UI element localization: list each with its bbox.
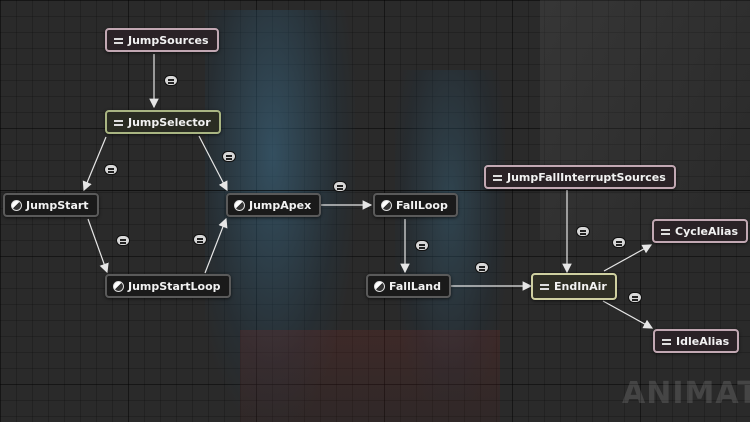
transition-rule-icon[interactable] xyxy=(612,237,626,248)
node-fall-land[interactable]: FallLand xyxy=(366,274,451,298)
wire-jumpselector-jumpstart xyxy=(82,136,107,192)
transition-rule-icon[interactable] xyxy=(415,240,429,251)
node-fall-loop[interactable]: FallLoop xyxy=(373,193,458,217)
node-label: FallLand xyxy=(389,279,441,293)
transition-rule-icon[interactable] xyxy=(333,181,347,192)
wire-jumpselector-jumpapex xyxy=(198,135,228,192)
wire-endinair-idlealias xyxy=(602,300,654,329)
node-label: CycleAlias xyxy=(675,224,739,238)
node-cycle-alias[interactable]: CycleAlias xyxy=(652,219,749,243)
node-label: EndInAir xyxy=(554,280,607,293)
node-jump-start-loop[interactable]: JumpStartLoop xyxy=(105,274,231,298)
node-jump-sources[interactable]: JumpSources xyxy=(105,28,219,52)
state-icon xyxy=(374,280,385,292)
alias-icon xyxy=(539,281,550,292)
state-icon xyxy=(113,280,124,292)
state-machine-graph-canvas[interactable]: JumpSources JumpSelector JumpStart JumpA… xyxy=(0,0,750,422)
node-label: FallLoop xyxy=(396,198,448,212)
watermark-text: ANIMATI xyxy=(622,376,750,411)
node-label: JumpStartLoop xyxy=(128,279,221,293)
alias-icon xyxy=(492,172,503,183)
node-label: JumpFallInterruptSources xyxy=(507,170,666,184)
alias-icon xyxy=(113,117,124,128)
transition-rule-icon[interactable] xyxy=(475,262,489,273)
wire-jumpstartloop-jumpapex xyxy=(204,217,228,274)
alias-icon xyxy=(113,35,124,46)
state-icon xyxy=(234,199,245,211)
node-jump-start[interactable]: JumpStart xyxy=(3,193,99,217)
node-label: IdleAlias xyxy=(676,334,730,348)
node-jump-fall-interrupt-sources[interactable]: JumpFallInterruptSources xyxy=(484,165,676,189)
wire-endinair-cyclealias xyxy=(603,244,653,272)
node-jump-selector[interactable]: JumpSelector xyxy=(105,110,221,134)
alias-icon xyxy=(660,226,671,237)
alias-icon xyxy=(661,336,672,347)
transition-rule-icon[interactable] xyxy=(628,292,642,303)
wire-jumpstart-jumpstartloop xyxy=(87,218,109,274)
transition-rule-icon[interactable] xyxy=(116,235,130,246)
transition-rule-icon[interactable] xyxy=(576,226,590,237)
transition-rule-icon[interactable] xyxy=(193,234,207,245)
transition-rule-icon[interactable] xyxy=(164,75,178,86)
node-label: JumpStart xyxy=(26,198,89,212)
node-idle-alias[interactable]: IdleAlias xyxy=(653,329,740,353)
node-label: JumpSources xyxy=(128,33,209,47)
node-label: JumpSelector xyxy=(128,115,211,129)
state-icon xyxy=(11,199,22,211)
node-jump-apex[interactable]: JumpApex xyxy=(226,193,322,217)
state-icon xyxy=(381,199,392,211)
transition-rule-icon[interactable] xyxy=(104,164,118,175)
node-end-in-air[interactable]: EndInAir xyxy=(531,273,617,300)
node-label: JumpApex xyxy=(249,198,312,212)
transition-rule-icon[interactable] xyxy=(222,151,236,162)
